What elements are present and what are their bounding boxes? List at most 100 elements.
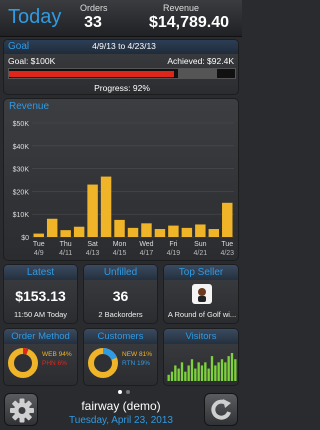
revenue-bar[interactable] (127, 227, 139, 237)
y-tick-label: $50K (13, 121, 30, 128)
goal-progress-bar (8, 68, 236, 79)
visitor-bar (190, 359, 194, 381)
x-tick-day: Mon (113, 241, 127, 248)
x-tick-date: 4/23 (220, 250, 234, 257)
revenue-bar[interactable] (181, 227, 193, 237)
visitor-bar (227, 356, 230, 381)
orders-label: Orders (80, 3, 108, 13)
x-tick-day: Sat (87, 241, 98, 248)
revenue-bar[interactable] (114, 219, 125, 237)
revenue-bar[interactable] (141, 223, 152, 237)
visitor-bar (200, 365, 204, 381)
page-dot-active (118, 390, 122, 394)
visitor-bar (170, 371, 174, 381)
latest-title: Latest (4, 265, 77, 280)
donut-hole (94, 354, 112, 372)
period-title[interactable]: Today (8, 6, 61, 29)
latest-time: 11:50 AM Today (13, 310, 68, 319)
top-seller-title: Top Seller (164, 265, 238, 280)
visitors-title: Visitors (164, 329, 238, 344)
goal-progress-fill (9, 71, 174, 77)
revenue-bar[interactable] (208, 229, 220, 237)
x-tick-day: Fri (169, 241, 178, 248)
y-tick-label: $30K (13, 167, 30, 174)
customers-donut (88, 348, 118, 378)
visitor-bar (204, 362, 207, 381)
goal-progress-remaining (178, 69, 217, 78)
revenue-bar[interactable] (100, 176, 112, 237)
refresh-button[interactable] (204, 393, 238, 426)
revenue-bar[interactable] (87, 184, 98, 237)
unfilled-title: Unfilled (84, 265, 157, 280)
unfilled-tile[interactable]: Unfilled 36 2 Backorders (83, 264, 158, 324)
goal-progress-text: Progress: 92% (94, 83, 150, 93)
visitor-bar (177, 368, 180, 381)
goal-achieved: Achieved: $92.4K (167, 56, 234, 66)
goal-panel[interactable]: Goal 4/9/13 to 4/23/13 Goal: $100K Achie… (3, 39, 239, 95)
goal-date-range: 4/9/13 to 4/23/13 (92, 41, 156, 51)
order-method-title: Order Method (4, 329, 77, 344)
visitor-bar (197, 362, 200, 381)
phone-percent: PHN 6% (42, 360, 67, 367)
order-method-donut (8, 348, 38, 378)
new-percent: NEW 81% (122, 351, 152, 358)
x-tick-date: 4/21 (194, 250, 208, 257)
visitor-bar (230, 353, 234, 381)
x-tick-day: Tue (221, 241, 233, 248)
revenue-label: Revenue (162, 3, 200, 13)
revenue-value: $14,789.40 (148, 14, 230, 31)
revenue-bar[interactable] (60, 230, 71, 237)
gear-icon (10, 398, 34, 423)
x-tick-day: Wed (139, 241, 153, 248)
revenue-bar[interactable] (46, 218, 58, 237)
visitor-bar (234, 359, 237, 381)
customers-title: Customers (84, 329, 157, 344)
x-tick-date: 4/19 (167, 250, 181, 257)
visitor-bar (207, 368, 210, 381)
top-seller-tile[interactable]: Top Seller A Round of Golf wi... (163, 264, 239, 324)
top-seller-name: A Round of Golf wi... (167, 310, 237, 319)
refresh-icon (211, 399, 231, 420)
web-percent: WEB 94% (42, 351, 72, 358)
visitor-bar (224, 362, 227, 381)
x-tick-date: 4/15 (113, 250, 127, 257)
page-dot (126, 390, 130, 394)
store-name: fairway (demo) (81, 399, 161, 413)
returning-percent: RTN 19% (122, 360, 151, 367)
visitor-bar (210, 356, 214, 381)
revenue-bar[interactable] (222, 202, 233, 237)
visitor-bar (214, 365, 217, 381)
y-tick-label: $10K (13, 212, 30, 219)
revenue-panel[interactable]: Revenue $50K $40K $30K $20K $10K $0 Tue 4/9 Thu 4… (3, 98, 239, 261)
x-tick-day: Sun (194, 241, 207, 248)
visitor-bar (217, 362, 220, 381)
visitors-sparkline (167, 353, 237, 381)
top-bar: Today Orders 33 Revenue $14,789.40 (0, 0, 242, 37)
current-date: Tuesday, April 23, 2013 (69, 415, 173, 426)
latest-tile[interactable]: Latest $153.13 11:50 AM Today (3, 264, 78, 324)
y-tick-label: $20K (13, 189, 30, 196)
visitor-bar (187, 365, 190, 381)
revenue-bar[interactable] (168, 225, 179, 237)
backorders-text: 2 Backorders (98, 310, 143, 319)
visitor-bar (194, 368, 197, 381)
x-tick-day: Thu (60, 241, 72, 248)
revenue-bar[interactable] (154, 229, 166, 237)
visitors-tile[interactable]: Visitors (163, 328, 239, 386)
visitor-bar (167, 374, 170, 381)
y-tick-label: $0 (21, 235, 29, 242)
revenue-bar[interactable] (33, 233, 44, 237)
x-tick-day: Tue (33, 241, 45, 248)
donut-hole (14, 354, 32, 372)
visitor-bar (174, 365, 177, 381)
order-method-tile[interactable]: Order Method WEB 94% PHN 6% (3, 328, 78, 386)
settings-button[interactable] (4, 393, 38, 426)
visitor-bar (180, 362, 184, 381)
product-thumbnail-icon (192, 284, 212, 304)
goal-amount: Goal: $100K (8, 56, 56, 66)
customers-tile[interactable]: Customers NEW 81% RTN 19% (83, 328, 158, 386)
orders-value: 33 (84, 14, 102, 31)
revenue-bar[interactable] (73, 226, 85, 237)
visitor-bar (220, 359, 224, 381)
revenue-bar[interactable] (195, 224, 206, 237)
